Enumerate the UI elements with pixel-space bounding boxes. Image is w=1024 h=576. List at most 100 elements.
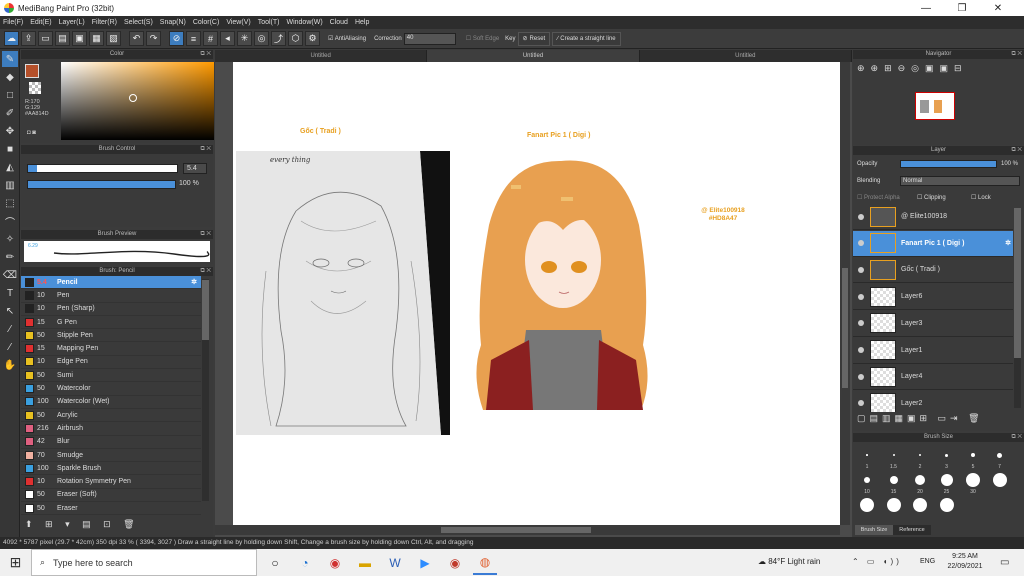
panel-float-icon[interactable]: ⧉ ✕ <box>1011 50 1022 59</box>
canvas-horizontal-scrollbar[interactable] <box>215 525 840 535</box>
brush-size-dot[interactable] <box>915 475 925 485</box>
panel-float-icon[interactable]: ⧉ ✕ <box>200 267 211 276</box>
menu-color[interactable]: Color(C) <box>193 19 219 26</box>
brush-size-dot[interactable] <box>966 473 980 487</box>
menu-view[interactable]: View(V) <box>226 19 250 26</box>
menu-select[interactable]: Select(S) <box>124 19 153 26</box>
zoom-icon[interactable]: ▶ <box>413 551 437 575</box>
tray-icons[interactable]: ⌃ ▭ ◖)) <box>852 557 902 566</box>
snap-vanish-icon[interactable]: ◂ <box>220 31 235 46</box>
saturation-value-picker[interactable] <box>61 62 214 140</box>
chrome-icon[interactable]: ◉ <box>323 551 347 575</box>
medibang-icon[interactable]: ◍ <box>473 551 497 575</box>
main-color-swatch[interactable] <box>25 64 39 78</box>
soft-edge-checkbox[interactable]: ☐ Soft Edge <box>466 35 499 42</box>
layer-row[interactable]: Layer6 <box>853 284 1013 311</box>
color-picker-cursor[interactable] <box>129 94 137 102</box>
panel-float-icon[interactable]: ⧉ ✕ <box>1011 433 1022 442</box>
share-icon[interactable]: ⇪ <box>21 31 36 46</box>
brush-item[interactable]: 10 Rotation Symmetry Pen <box>21 475 201 489</box>
eye-icon[interactable] <box>858 347 864 353</box>
task-view-icon[interactable]: ○ <box>263 551 287 575</box>
layer-row[interactable]: Layer3 <box>853 311 1013 337</box>
lasso-tool-icon[interactable]: ⌒ <box>2 213 18 229</box>
snap-cross-icon[interactable]: # <box>203 31 218 46</box>
divide-tool-icon[interactable]: ∕ <box>2 321 18 337</box>
clock[interactable]: 9:25 AM 22/09/2021 <box>944 552 986 572</box>
tab-reference[interactable]: Reference <box>893 525 931 535</box>
brush-item[interactable]: 50 Eraser <box>21 502 201 516</box>
menu-help[interactable]: Help <box>355 19 369 26</box>
layer-row[interactable]: Layer2 <box>853 391 1013 412</box>
windows-start-icon[interactable]: ⊞ <box>0 549 31 576</box>
brush-settings-icon[interactable]: ✲ <box>191 278 197 286</box>
layer-row[interactable]: Gốc ( Tradi ) <box>853 257 1013 284</box>
bucket-tool-icon[interactable]: ◭ <box>2 159 18 175</box>
brush-item[interactable]: 100 Watercolor (Wet) <box>21 396 201 409</box>
eye-icon[interactable] <box>858 266 864 273</box>
brush-size-dot[interactable] <box>997 452 1002 458</box>
brush-item[interactable]: 10 Pen (Sharp) <box>21 303 201 316</box>
view-icon[interactable]: ▧ <box>106 31 121 46</box>
eraser-tool-icon[interactable]: ◆ <box>2 69 18 85</box>
select-tool-icon[interactable]: ⬚ <box>2 195 18 211</box>
layer-row[interactable]: @ Elite100918 <box>853 204 1013 230</box>
new-file-icon[interactable]: ▭ <box>38 31 53 46</box>
antialias-checkbox[interactable]: ☑ AntiAliasing <box>328 35 366 42</box>
eye-icon[interactable] <box>858 320 864 327</box>
chrome-2-icon[interactable]: ◉ <box>443 551 467 575</box>
comment-icon[interactable]: ▤ <box>55 31 70 46</box>
brush-size-value[interactable]: 5.4 <box>183 163 207 174</box>
brush-item[interactable]: 10 Pen <box>21 289 201 303</box>
protect-alpha-checkbox[interactable]: ☐ Protect Alpha <box>857 194 900 201</box>
brush-size-dot[interactable] <box>940 474 953 486</box>
snap-circle-icon[interactable]: ◎ <box>254 31 269 46</box>
menu-cloud[interactable]: Cloud <box>330 19 348 26</box>
brush-item[interactable]: 50 Stipple Pen <box>21 329 201 343</box>
snap-off-icon[interactable]: ⊘ <box>169 31 184 46</box>
layer-opacity-slider[interactable] <box>900 160 997 168</box>
brush-item[interactable]: 42 Blur <box>21 436 201 449</box>
brush-item[interactable]: 10 Edge Pen <box>21 356 201 370</box>
operation-tool-icon[interactable]: ↖ <box>2 303 18 319</box>
taskbar-search[interactable]: ⌕ Type here to search <box>31 549 257 576</box>
panel-float-icon[interactable]: ⧉ ✕ <box>200 50 211 59</box>
menu-layer[interactable]: Layer(L) <box>59 19 85 26</box>
menu-snap[interactable]: Snap(N) <box>160 19 186 26</box>
reset-button[interactable]: ⊘ Reset <box>517 31 551 46</box>
notification-icon[interactable]: ▭ <box>1000 557 1009 568</box>
brush-item[interactable]: 5.4 Pencil ✲ <box>21 276 201 290</box>
menu-tool[interactable]: Tool(T) <box>258 19 280 26</box>
snap-settings-icon[interactable]: ⚙ <box>305 31 320 46</box>
text-tool-icon[interactable]: T <box>2 285 18 301</box>
navigator-toolbar[interactable]: ⊕⊕⊞⊖◎▣▣⊟ <box>857 63 968 74</box>
blending-select[interactable]: Normal <box>900 176 1020 186</box>
brush-item[interactable]: 50 Watercolor <box>21 382 201 396</box>
layer-row[interactable]: Fanart Pic 1 ( Digi ) ✲ <box>853 230 1013 257</box>
eye-icon[interactable] <box>858 373 864 380</box>
file-explorer-icon[interactable]: ▬ <box>353 551 377 575</box>
brush-item[interactable]: 100 Sparkle Brush <box>21 462 201 476</box>
brush-size-dot[interactable] <box>866 454 868 456</box>
brush-opacity-slider[interactable] <box>27 180 176 189</box>
fill-shape-tool-icon[interactable]: ■ <box>2 141 18 157</box>
color-mode-icons[interactable]: ◘ ◙ <box>27 130 36 136</box>
brush-size-dot[interactable] <box>886 498 901 512</box>
word-icon[interactable]: W <box>383 551 407 575</box>
brush-size-dot[interactable] <box>892 454 895 456</box>
brush-list-actions[interactable]: ⬆ ⊞ ▾ ▤ ⊡ 🗑 <box>25 519 140 530</box>
brush-item[interactable]: 50 Sumi <box>21 369 201 383</box>
rect-shape-tool-icon[interactable]: □ <box>2 87 18 103</box>
maximize-button[interactable]: ❐ <box>948 0 976 16</box>
brush-size-dot[interactable] <box>939 498 954 512</box>
magic-wand-tool-icon[interactable]: ✧ <box>2 231 18 247</box>
weather-widget[interactable]: ☁ 84°F Light rain <box>758 557 820 566</box>
snap-curve-icon[interactable]: ⤴ <box>271 31 286 46</box>
brush-size-slider[interactable] <box>27 164 178 173</box>
layer-row[interactable]: Layer1 <box>853 338 1013 364</box>
message-icon[interactable]: ▣ <box>72 31 87 46</box>
cloud-icon[interactable]: ☁ <box>4 31 19 46</box>
eye-icon[interactable] <box>858 400 864 407</box>
brush-size-dot[interactable] <box>860 498 874 512</box>
brush-item[interactable]: 50 Acrylic <box>21 409 201 423</box>
